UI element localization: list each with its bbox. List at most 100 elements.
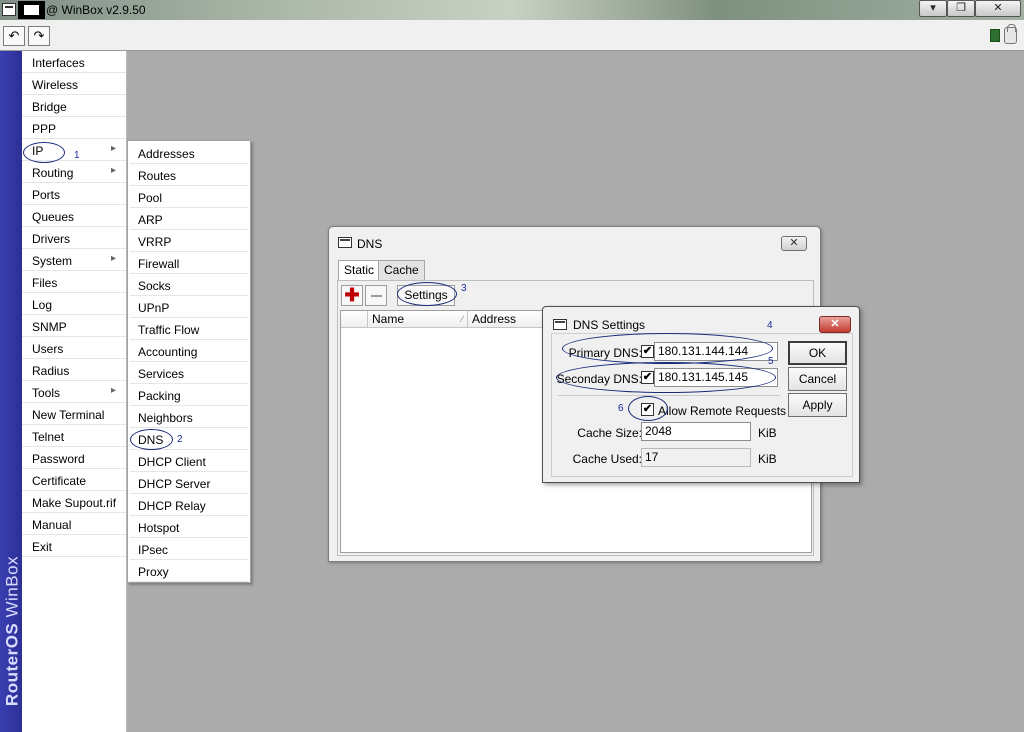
ip-submenu-item-label: Neighbors	[138, 411, 193, 425]
ip-submenu-item-dhcp-client[interactable]: DHCP Client	[130, 451, 248, 472]
ip-submenu-item-label: Socks	[138, 279, 171, 293]
menu-item-ports[interactable]: Ports	[22, 184, 126, 205]
cache-used-label: Cache Used:	[572, 452, 642, 466]
submenu-arrow-icon: ▸	[111, 143, 117, 154]
annotation-ellipse-settings	[397, 282, 457, 306]
menu-item-telnet[interactable]: Telnet	[22, 426, 126, 447]
ip-submenu-item-dhcp-relay[interactable]: DHCP Relay	[130, 495, 248, 516]
menu-item-label: SNMP	[32, 320, 67, 334]
ip-submenu-item-label: IPsec	[138, 543, 169, 557]
menu-item-exit[interactable]: Exit	[22, 536, 126, 557]
menu-item-queues[interactable]: Queues	[22, 206, 126, 227]
ip-submenu-item-packing[interactable]: Packing	[130, 385, 248, 406]
redo-button[interactable]: ↷	[28, 26, 50, 46]
column-header-address-label: Address	[472, 312, 517, 326]
ip-submenu: Addresses Routes Pool ARP VRRP Firewall Socks U…	[127, 140, 251, 583]
menu-item-label: Make Supout.rif	[32, 496, 117, 510]
menu-item-label: Users	[32, 342, 64, 356]
system-menu-icon[interactable]	[2, 3, 16, 16]
menu-item-ppp[interactable]: PPP	[22, 118, 126, 139]
ip-submenu-item-dhcp-server[interactable]: DHCP Server	[130, 473, 248, 494]
ip-submenu-item-upnp[interactable]: UPnP	[130, 297, 248, 318]
menu-item-label: Interfaces	[32, 56, 85, 70]
menu-item-wireless[interactable]: Wireless	[22, 74, 126, 95]
menu-item-snmp[interactable]: SNMP	[22, 316, 126, 337]
menu-item-certificate[interactable]: Certificate	[22, 470, 126, 491]
annotation-number-1: 1	[74, 150, 80, 161]
ip-submenu-item-label: Proxy	[138, 565, 169, 579]
dns-settings-close-button[interactable]: ✕	[819, 316, 851, 333]
cancel-button[interactable]: Cancel	[788, 367, 847, 391]
cache-used-value: 17	[641, 448, 751, 467]
menu-item-password[interactable]: Password	[22, 448, 126, 469]
connection-status-icon	[990, 29, 1000, 42]
table-header-blank	[341, 311, 368, 328]
menu-item-make-supout-rif[interactable]: Make Supout.rif	[22, 492, 126, 513]
ip-submenu-item-accounting[interactable]: Accounting	[130, 341, 248, 362]
ip-submenu-item-socks[interactable]: Socks	[130, 275, 248, 296]
ip-submenu-item-services[interactable]: Services	[130, 363, 248, 384]
ip-submenu-item-proxy[interactable]: Proxy	[130, 561, 248, 582]
ip-submenu-item-hotspot[interactable]: Hotspot	[130, 517, 248, 538]
cache-size-unit: KiB	[758, 426, 777, 440]
menu-item-radius[interactable]: Radius	[22, 360, 126, 381]
dns-window-close-button[interactable]: ✕	[781, 236, 807, 251]
ip-submenu-item-label: ARP	[138, 213, 163, 227]
ip-submenu-item-addresses[interactable]: Addresses	[130, 143, 248, 164]
ip-submenu-item-neighbors[interactable]: Neighbors	[130, 407, 248, 428]
menu-item-bridge[interactable]: Bridge	[22, 96, 126, 117]
ip-submenu-item-arp[interactable]: ARP	[130, 209, 248, 230]
cache-size-label: Cache Size:	[577, 426, 642, 440]
submenu-arrow-icon: ▸	[111, 253, 117, 264]
ok-button[interactable]: OK	[788, 341, 847, 365]
annotation-ellipse-allow-remote	[628, 396, 668, 421]
ip-submenu-item-label: Packing	[138, 389, 181, 403]
menu-item-manual[interactable]: Manual	[22, 514, 126, 535]
menu-item-interfaces[interactable]: Interfaces	[22, 52, 126, 73]
tab-cache[interactable]: Cache	[378, 260, 425, 280]
restore-button[interactable]: ❐	[947, 0, 975, 17]
ip-submenu-item-label: Firewall	[138, 257, 180, 271]
menu-item-tools[interactable]: Tools ▸	[22, 382, 126, 403]
menu-item-routing[interactable]: Routing ▸	[22, 162, 126, 183]
dns-settings-dialog: DNS Settings ✕ Primary DNS: ✔ 180.131.14…	[542, 306, 860, 483]
menu-item-label: Log	[32, 298, 53, 312]
dns-settings-title: DNS Settings	[573, 318, 646, 332]
apply-button[interactable]: Apply	[788, 393, 847, 417]
ip-submenu-item-ipsec[interactable]: IPsec	[130, 539, 248, 560]
tab-static[interactable]: Static	[338, 260, 381, 281]
ip-submenu-item-label: DHCP Client	[138, 455, 206, 469]
annotation-number-5: 5	[768, 356, 774, 367]
ip-submenu-item-vrrp[interactable]: VRRP	[130, 231, 248, 252]
cache-used-unit: KiB	[758, 452, 777, 466]
minimize-button[interactable]: ▾	[919, 0, 947, 17]
close-app-button[interactable]: ✕	[975, 0, 1021, 17]
ip-submenu-item-pool[interactable]: Pool	[130, 187, 248, 208]
ip-submenu-item-label: Addresses	[138, 147, 195, 161]
menu-item-files[interactable]: Files	[22, 272, 126, 293]
menu-item-system[interactable]: System ▸	[22, 250, 126, 271]
column-header-name-label: Name	[372, 312, 405, 326]
annotation-number-4: 4	[767, 320, 773, 331]
ip-submenu-item-label: DHCP Server	[138, 477, 211, 491]
add-button[interactable]: ✚	[341, 285, 363, 306]
ip-submenu-item-routes[interactable]: Routes	[130, 165, 248, 186]
menu-item-new-terminal[interactable]: New Terminal	[22, 404, 126, 425]
menu-item-label: Certificate	[32, 474, 87, 488]
ip-submenu-item-traffic-flow[interactable]: Traffic Flow	[130, 319, 248, 340]
menu-item-drivers[interactable]: Drivers	[22, 228, 126, 249]
ip-submenu-item-label: Traffic Flow	[138, 323, 200, 337]
cache-size-input[interactable]: 2048	[641, 422, 751, 441]
window-icon	[338, 237, 352, 248]
menu-item-label: Wireless	[32, 78, 79, 92]
column-header-name[interactable]: Name ⁄	[368, 311, 468, 328]
ip-submenu-item-firewall[interactable]: Firewall	[130, 253, 248, 274]
lock-icon	[1004, 24, 1017, 44]
remove-button[interactable]	[365, 285, 387, 306]
menu-item-users[interactable]: Users	[22, 338, 126, 359]
undo-button[interactable]: ↶	[3, 26, 25, 46]
submenu-arrow-icon: ▸	[111, 385, 117, 396]
ip-submenu-item-label: Hotspot	[138, 521, 180, 535]
menu-item-log[interactable]: Log	[22, 294, 126, 315]
menu-item-label: Drivers	[32, 232, 70, 246]
